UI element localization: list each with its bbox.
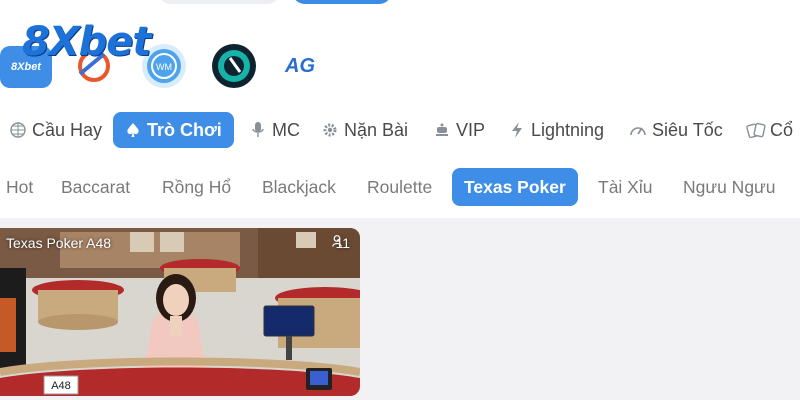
tab-tai-xiu[interactable]: Tài Xỉu bbox=[598, 168, 652, 206]
type-label: Blackjack bbox=[262, 176, 336, 197]
category-tabs: Cầu Hay Trò Chơi MC Nặn Bài VIP Lightnin… bbox=[0, 112, 800, 148]
tab-label: Trò Chơi bbox=[147, 119, 222, 140]
game-card-texas-poker-a48[interactable]: A48 Texas Poker A48 11 bbox=[0, 228, 360, 396]
live-casino-page: 8Xbet WM AG 8Xbet Cầu Hay Trò Chơi MC Nặ… bbox=[0, 0, 800, 400]
game-type-tabs: Hot Baccarat Rồng Hổ Blackjack Roulette … bbox=[0, 168, 800, 208]
tab-roulette[interactable]: Roulette bbox=[367, 168, 432, 206]
game-card-title: Texas Poker A48 bbox=[6, 235, 112, 251]
tab-hot[interactable]: Hot bbox=[6, 168, 33, 206]
type-label: Tài Xỉu bbox=[598, 176, 653, 197]
tab-vip[interactable]: VIP bbox=[432, 112, 485, 148]
top-action-button[interactable] bbox=[292, 0, 392, 4]
tab-label: MC bbox=[272, 119, 300, 140]
tab-lightning[interactable]: Lightning bbox=[507, 112, 604, 148]
game-list: A48 Texas Poker A48 11 bbox=[0, 218, 800, 400]
microphone-icon bbox=[248, 120, 268, 140]
table-tag: A48 bbox=[51, 380, 71, 392]
tab-rong-ho[interactable]: Rồng Hổ bbox=[162, 168, 231, 206]
svg-text:WM: WM bbox=[156, 62, 172, 72]
lightning-icon bbox=[507, 120, 527, 140]
grid-icon bbox=[8, 120, 28, 140]
provider-dg-icon[interactable] bbox=[212, 44, 256, 88]
live-dealer-video-thumbnail: A48 bbox=[0, 228, 360, 396]
tab-label: VIP bbox=[456, 119, 486, 140]
tab-label: Nặn Bài bbox=[344, 119, 409, 140]
type-label: Ngưu Ngưu bbox=[683, 176, 776, 197]
speedometer-icon bbox=[628, 120, 648, 140]
tab-mc[interactable]: MC bbox=[248, 112, 300, 148]
tab-label: Lightning bbox=[531, 119, 605, 140]
tab-label: Cầu Hay bbox=[32, 119, 103, 140]
tab-texas-poker[interactable]: Texas Poker bbox=[452, 168, 578, 206]
type-label: Roulette bbox=[367, 176, 433, 197]
tab-tro-choi[interactable]: Trò Chơi bbox=[113, 112, 234, 148]
tab-nguu-nguu[interactable]: Ngưu Ngưu bbox=[683, 168, 776, 206]
tab-cau-hay[interactable]: Cầu Hay bbox=[8, 112, 102, 148]
type-label: Hot bbox=[6, 176, 34, 197]
spade-icon bbox=[123, 120, 143, 140]
type-label: Texas Poker bbox=[464, 176, 566, 197]
type-label: Baccarat bbox=[61, 176, 131, 197]
type-label: Rồng Hổ bbox=[162, 176, 232, 197]
gear-icon bbox=[320, 120, 340, 140]
tab-nan-bai[interactable]: Nặn Bài bbox=[320, 112, 408, 148]
tab-co[interactable]: Cổ bbox=[746, 112, 793, 148]
tab-baccarat[interactable]: Baccarat bbox=[61, 168, 130, 206]
tab-label: Siêu Tốc bbox=[652, 119, 723, 140]
tab-sieu-toc[interactable]: Siêu Tốc bbox=[628, 112, 723, 148]
top-search-pill[interactable] bbox=[158, 0, 280, 4]
provider-ag-label: AG bbox=[285, 54, 315, 77]
tab-label: Cổ bbox=[770, 119, 794, 140]
tab-blackjack[interactable]: Blackjack bbox=[262, 168, 336, 206]
cards-icon bbox=[746, 120, 766, 140]
provider-ag-icon[interactable]: AG bbox=[278, 44, 322, 88]
logo-text: 8Xbet bbox=[22, 19, 152, 65]
brand-logo[interactable]: 8Xbet bbox=[22, 19, 152, 65]
crown-icon bbox=[432, 120, 452, 140]
viewer-count: 11 bbox=[332, 235, 350, 251]
